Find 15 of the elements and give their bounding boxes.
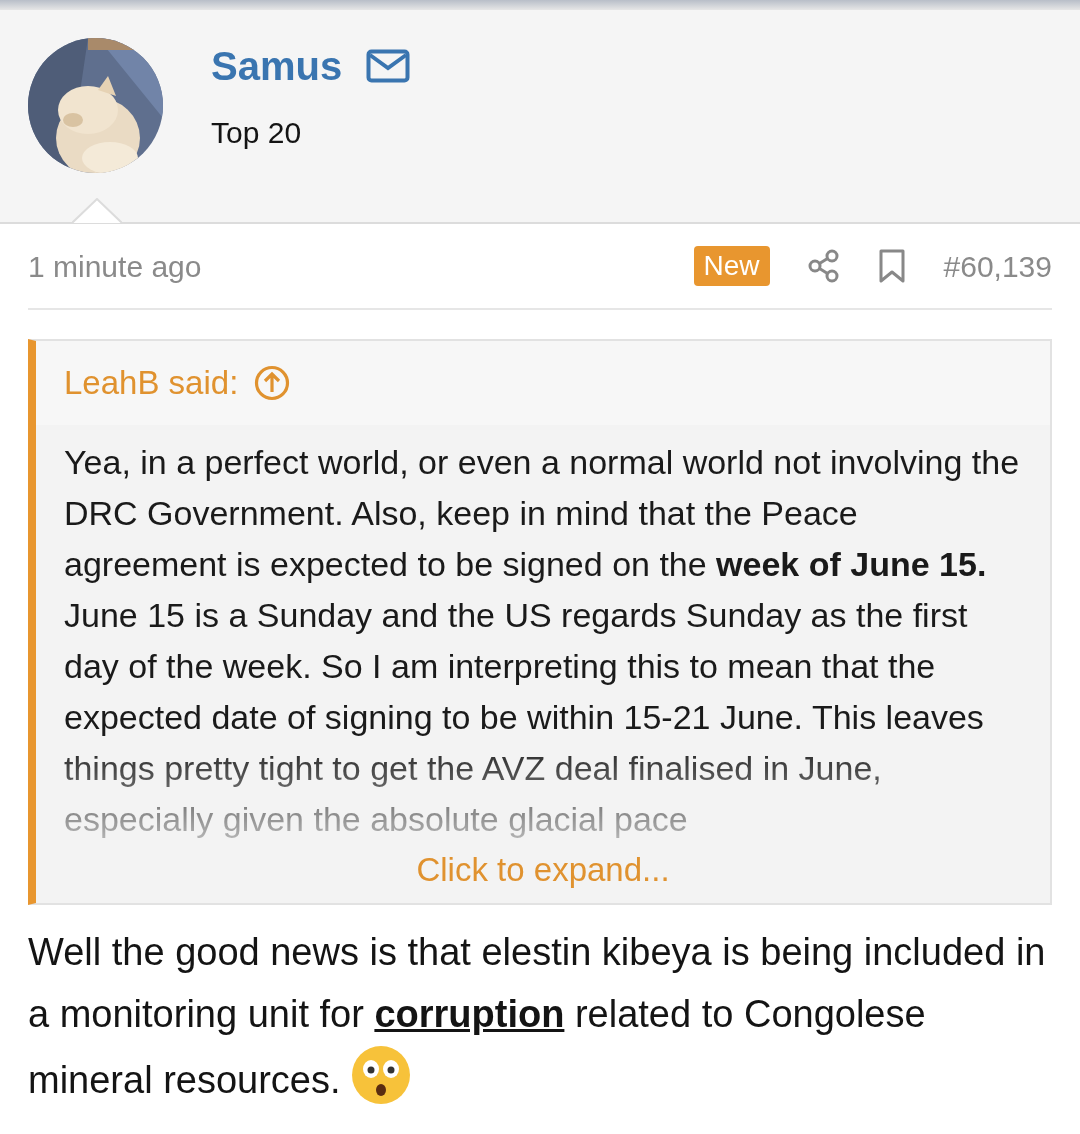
username-link[interactable]: Samus [211, 46, 343, 86]
envelope-icon[interactable] [366, 49, 411, 83]
astonished-emoji-icon [351, 1044, 412, 1105]
share-icon[interactable] [807, 249, 840, 283]
post-number[interactable]: #60,139 [943, 243, 1052, 289]
corruption-link[interactable]: corruption [374, 992, 565, 1035]
expand-link[interactable]: Click to expand... [416, 845, 670, 895]
bookmark-icon[interactable] [877, 248, 906, 284]
quote-author[interactable]: LeahB said: [64, 358, 239, 408]
arrow-up-circle-icon[interactable] [254, 365, 291, 401]
quote-text: Yea, in a perfect world, or even a normal world not involving the DRC Government. Also, keep in mind that the Peace agreement is expected to be signed on the week of June 15. June 15 is a Sunday and the US regards Sunday as the first day of the week. So I am interpreting this to mean that the expected date of signing to be within 15-21 June. This leaves things pretty tight to get the AVZ deal finalised in June, especially given the absolute glacial pace [63, 442, 1021, 840]
user-title: Top 20 [211, 115, 303, 151]
new-badge: New [693, 246, 770, 286]
post-time[interactable]: 1 minute ago [28, 243, 202, 289]
post-text: Well the good news is that elestin kibeya is being included in a monitoring unit for corruption related to Congolese mineral resources. [28, 920, 1052, 1111]
